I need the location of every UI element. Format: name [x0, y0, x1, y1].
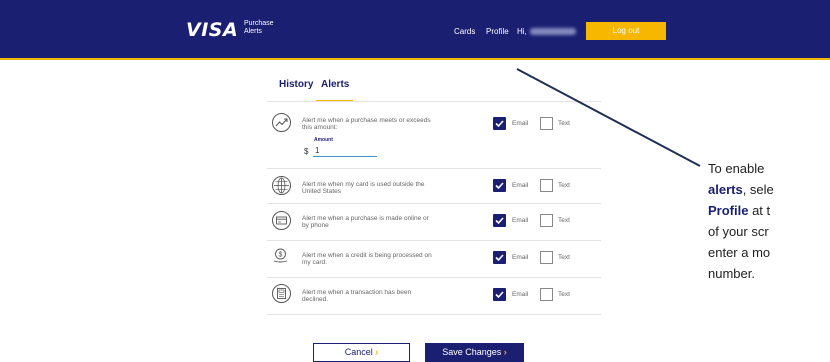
text-checkbox[interactable] [540, 288, 553, 301]
row-divider [267, 203, 601, 204]
callout-line-2: alerts, sele [708, 179, 830, 200]
header-accent-stripe [0, 58, 830, 60]
callout-bold-profile: Profile [708, 203, 749, 218]
user-greeting: Hi, [517, 27, 527, 36]
currency-symbol: $ [304, 147, 309, 156]
visa-logo[interactable]: VISA [186, 19, 238, 41]
row-divider [267, 314, 601, 315]
alert-description: Alert me when my card is used outside th… [302, 181, 425, 195]
nav-profile-link[interactable]: Profile [486, 27, 509, 36]
email-label: Email [512, 291, 529, 298]
tab-divider [267, 101, 601, 102]
nav-cards-link[interactable]: Cards [454, 27, 475, 36]
card-online-icon [272, 211, 291, 230]
text-label: Text [558, 182, 570, 189]
email-checkbox-checked[interactable] [493, 214, 506, 227]
amount-input[interactable] [313, 144, 377, 157]
text-checkbox[interactable] [540, 214, 553, 227]
callout-line-3-rest: at t [748, 203, 771, 218]
redacted-user-name [530, 28, 576, 35]
cancel-button-label: Cancel [344, 347, 373, 357]
email-label: Email [512, 182, 529, 189]
alert-description: Alert me when a transaction has been dec… [302, 289, 412, 303]
row-divider [267, 240, 601, 241]
amount-label: Amount [314, 137, 333, 143]
instruction-callout: To enable alerts, sele Profile at t of y… [708, 158, 830, 284]
email-checkbox-checked[interactable] [493, 179, 506, 192]
email-checkbox-checked[interactable] [493, 117, 506, 130]
trending-up-icon [272, 113, 291, 132]
row-divider [267, 277, 601, 278]
text-label: Text [558, 217, 570, 224]
save-changes-button[interactable]: Save Changes › [425, 343, 524, 362]
chevron-right-icon: › [503, 347, 507, 357]
save-button-label: Save Changes [442, 347, 502, 357]
alert-description: Alert me when a purchase meets or exceed… [302, 117, 431, 131]
declined-terminal-icon [272, 284, 291, 303]
row-divider [267, 168, 601, 169]
tab-alerts[interactable]: Alerts [321, 79, 349, 90]
tab-history[interactable]: History [279, 79, 313, 90]
chevron-right-icon: › [375, 347, 379, 357]
callout-line-2-rest: , sele [742, 182, 774, 197]
callout-line-3: Profile at t [708, 200, 830, 221]
email-label: Email [512, 120, 529, 127]
callout-bold-alerts: alerts [708, 182, 743, 197]
text-checkbox[interactable] [540, 117, 553, 130]
callout-line-5: enter a mo [708, 245, 771, 260]
cancel-button[interactable]: Cancel › [313, 343, 410, 362]
callout-line-1: To enable [708, 161, 765, 176]
email-label: Email [512, 254, 529, 261]
logout-button[interactable]: Log out [586, 22, 666, 40]
callout-line-6: number. [708, 266, 755, 281]
text-checkbox[interactable] [540, 251, 553, 264]
svg-text:$: $ [279, 252, 283, 259]
alert-description: Alert me when a credit is being processe… [302, 252, 432, 266]
alert-description: Alert me when a purchase is made online … [302, 215, 429, 229]
email-checkbox-checked[interactable] [493, 288, 506, 301]
globe-icon [272, 176, 291, 195]
email-checkbox-checked[interactable] [493, 251, 506, 264]
logo-subtitle: Purchase Alerts [244, 20, 274, 35]
text-label: Text [558, 120, 570, 127]
dollar-hand-icon: $ [272, 247, 291, 266]
text-label: Text [558, 291, 570, 298]
callout-line-4: of your scr [708, 224, 769, 239]
top-navigation-bar [0, 0, 830, 58]
text-checkbox[interactable] [540, 179, 553, 192]
email-label: Email [512, 217, 529, 224]
text-label: Text [558, 254, 570, 261]
